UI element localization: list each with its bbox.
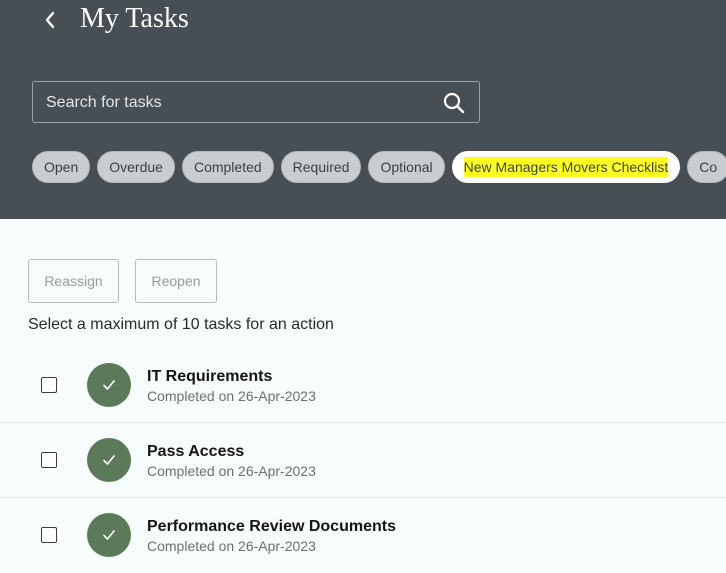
task-title[interactable]: Performance Review Documents	[147, 518, 396, 536]
reassign-button[interactable]: Reassign	[28, 259, 119, 303]
filter-chips: Open Overdue Completed Required Optional New …	[32, 151, 726, 183]
reopen-button[interactable]: Reopen	[135, 259, 217, 303]
filter-chip-partial[interactable]: Co	[687, 151, 726, 183]
filter-chip-label: New Managers Movers Checklist	[463, 157, 669, 177]
selection-hint: Select a maximum of 10 tasks for an acti…	[28, 316, 334, 333]
task-status: Completed on 26-Apr-2023	[147, 538, 316, 554]
task-row[interactable]: Pass Access Completed on 26-Apr-2023	[0, 423, 726, 498]
filter-chip-completed[interactable]: Completed	[181, 151, 274, 183]
task-checkbox[interactable]	[41, 452, 57, 468]
search-icon	[443, 92, 465, 114]
task-title[interactable]: IT Requirements	[147, 368, 272, 386]
search-box	[32, 81, 480, 123]
task-status: Completed on 26-Apr-2023	[147, 388, 316, 404]
filter-chip-overdue[interactable]: Overdue	[97, 151, 175, 183]
task-status: Completed on 26-Apr-2023	[147, 463, 316, 479]
task-checkbox[interactable]	[41, 527, 57, 543]
filter-chip-new-managers-movers-checklist[interactable]: New Managers Movers Checklist	[451, 151, 681, 183]
completed-status-badge	[87, 513, 131, 557]
completed-status-badge	[87, 438, 131, 482]
page-header: My Tasks OpenOverdueCompletedRequiredOpt…	[0, 0, 726, 219]
filter-chip-open[interactable]: Open	[32, 151, 91, 183]
page-title: My Tasks	[80, 3, 189, 34]
checkmark-icon	[103, 380, 115, 390]
checkmark-icon	[103, 455, 115, 465]
back-button[interactable]	[38, 6, 62, 34]
task-row[interactable]: IT Requirements Completed on 26-Apr-2023	[0, 348, 726, 423]
task-title[interactable]: Pass Access	[147, 443, 244, 461]
chevron-left-icon	[45, 11, 55, 29]
filter-chip-required[interactable]: Required	[280, 151, 362, 183]
task-row[interactable]: Performance Review Documents Completed o…	[0, 498, 726, 573]
task-checkbox[interactable]	[41, 377, 57, 393]
search-input[interactable]	[44, 91, 428, 115]
completed-status-badge	[87, 363, 131, 407]
filter-chip-optional[interactable]: Optional	[368, 151, 445, 183]
search-button[interactable]	[443, 92, 465, 114]
checkmark-icon	[103, 530, 115, 540]
